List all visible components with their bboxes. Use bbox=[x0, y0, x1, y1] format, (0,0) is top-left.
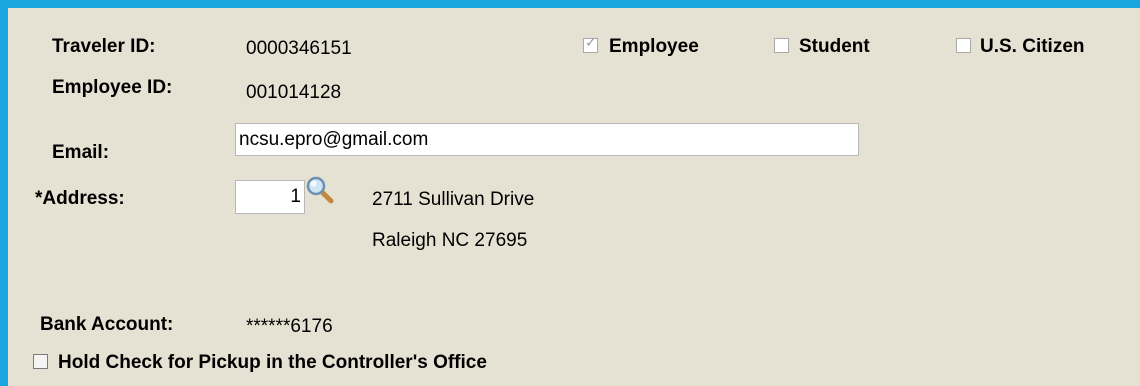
student-checkbox[interactable] bbox=[774, 38, 789, 53]
student-label: Student bbox=[799, 36, 870, 57]
bank-account-label: Bank Account: bbox=[40, 314, 174, 335]
email-label: Email: bbox=[52, 142, 110, 163]
employee-id-label: Employee ID: bbox=[52, 77, 173, 98]
hold-check-checkbox[interactable] bbox=[33, 354, 48, 369]
traveler-info-panel: Traveler ID: 0000346151 Employee ID: 001… bbox=[8, 8, 1140, 386]
address-label: *Address: bbox=[35, 188, 125, 209]
traveler-id-label: Traveler ID: bbox=[52, 36, 156, 57]
address-line2: Raleigh NC 27695 bbox=[372, 230, 528, 251]
address-number-field[interactable] bbox=[235, 180, 305, 214]
traveler-id-value: 0000346151 bbox=[246, 38, 352, 59]
address-line1: 2711 Sullivan Drive bbox=[372, 189, 535, 210]
employee-id-value: 001014128 bbox=[246, 82, 342, 103]
us-citizen-label: U.S. Citizen bbox=[980, 36, 1085, 57]
employee-label: Employee bbox=[609, 36, 699, 57]
email-field[interactable] bbox=[235, 123, 859, 156]
magnifier-icon[interactable] bbox=[305, 175, 335, 205]
bank-account-value: ******6176 bbox=[246, 316, 333, 337]
employee-checkbox[interactable] bbox=[583, 35, 598, 53]
us-citizen-checkbox[interactable] bbox=[956, 38, 971, 53]
hold-check-label: Hold Check for Pickup in the Controller'… bbox=[58, 352, 487, 373]
